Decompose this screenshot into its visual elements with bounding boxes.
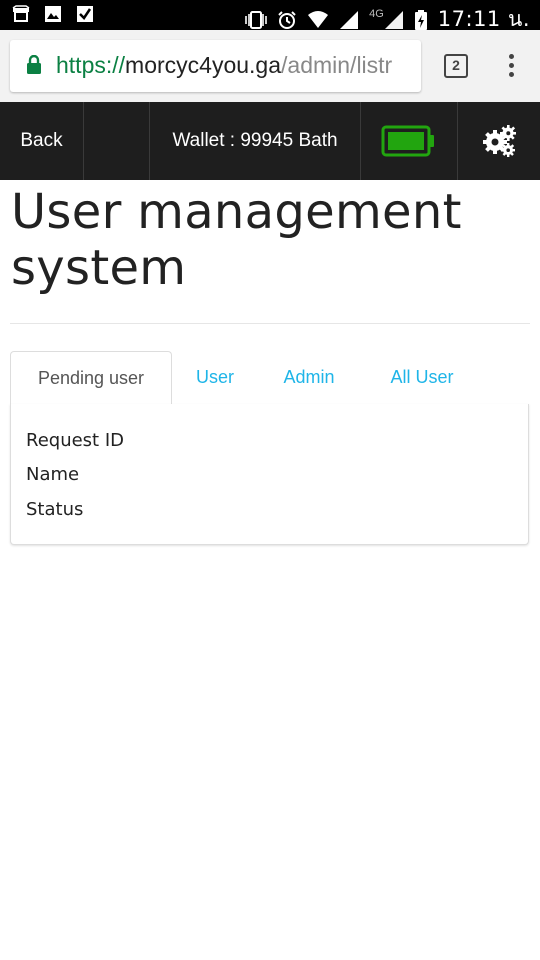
url-path: /admin/listr — [281, 52, 393, 78]
field-name: Name — [26, 464, 80, 485]
battery-charging-icon — [414, 9, 427, 30]
alarm-icon — [278, 10, 296, 29]
battery-icon — [381, 125, 434, 157]
url-scheme: https — [56, 52, 106, 78]
check-icon — [77, 6, 93, 22]
url-separator: :// — [105, 52, 126, 78]
signal-icon — [340, 10, 359, 29]
menu-dot — [508, 63, 514, 68]
menu-dot — [508, 54, 514, 59]
tab-user[interactable]: User — [186, 351, 244, 405]
url-text: https://morcyc4you.ga/admin/listr — [56, 52, 392, 79]
network-type-label: 4G — [369, 7, 384, 20]
pending-user-panel: Request ID Name Status — [10, 404, 529, 545]
tab-admin[interactable]: Admin — [272, 351, 346, 405]
signal-icon — [384, 10, 403, 29]
tab-pending-user[interactable]: Pending user — [10, 351, 172, 405]
shop-icon — [12, 5, 30, 22]
page-title: User management system — [11, 184, 462, 296]
status-bar: 4G 17:11 น. — [0, 0, 540, 31]
field-request-id: Request ID — [26, 430, 125, 451]
vibrate-icon — [245, 10, 267, 29]
tab-all-user[interactable]: All User — [378, 351, 466, 405]
lock-icon — [27, 55, 41, 74]
wifi-icon — [308, 10, 329, 28]
url-host: morcyc4you.ga — [125, 52, 282, 78]
browser-menu-button[interactable] — [503, 52, 519, 82]
tab-switcher-button[interactable]: 2 — [444, 54, 468, 78]
browser-toolbar: https://morcyc4you.ga/admin/listr 2 — [0, 30, 540, 102]
title-divider — [10, 323, 530, 324]
navbar-spacer — [84, 102, 150, 180]
user-tabs: Pending user User Admin All User — [10, 351, 529, 405]
battery-status — [361, 102, 458, 180]
address-bar[interactable]: https://morcyc4you.ga/admin/listr — [10, 40, 421, 92]
field-status: Status — [26, 499, 84, 520]
image-icon — [45, 6, 61, 22]
back-button[interactable]: Back — [0, 102, 84, 180]
app-navbar: Back Wallet : 99945 Bath — [0, 102, 540, 180]
settings-button[interactable] — [458, 102, 540, 180]
gears-icon — [483, 125, 516, 157]
wallet-balance: Wallet : 99945 Bath — [150, 102, 361, 180]
menu-dot — [508, 72, 514, 77]
